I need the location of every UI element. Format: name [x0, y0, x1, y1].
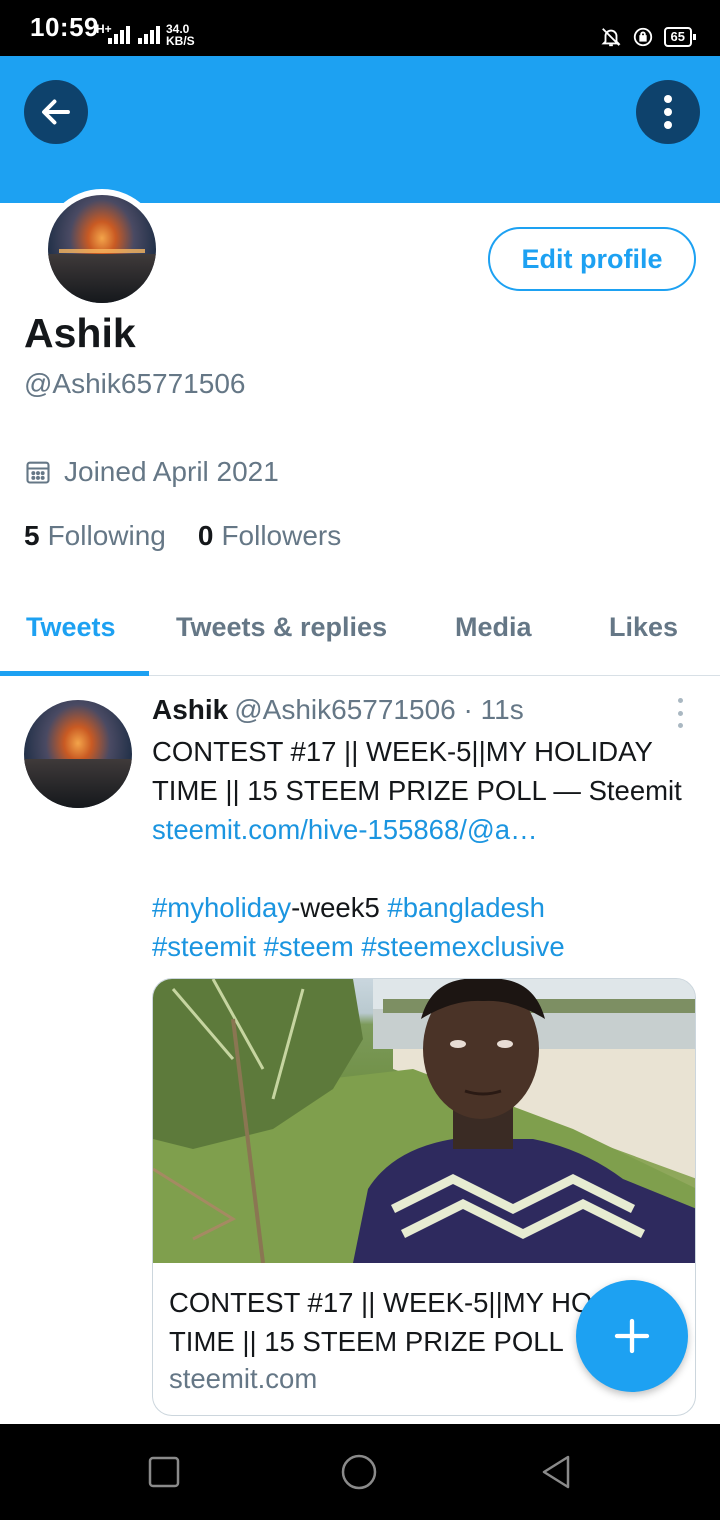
hashtag-suffix: -week5: [291, 892, 380, 923]
battery-indicator: 65: [663, 27, 697, 47]
status-bar: 10:59 H+ 34.0 KB/S 65: [0, 0, 720, 56]
network-speed: 34.0 KB/S: [166, 23, 195, 47]
tweet-separator: ·: [463, 694, 473, 725]
tweet-header: Ashik @Ashik65771506 · 11s: [152, 694, 524, 726]
hashtag-steemit[interactable]: #steemit: [152, 931, 256, 962]
more-options-button[interactable]: [636, 80, 700, 144]
back-button[interactable]: [24, 80, 88, 144]
status-icons: 65: [600, 26, 697, 48]
calendar-icon: [26, 461, 50, 484]
hashtag-myholiday[interactable]: #myholiday: [152, 892, 291, 923]
profile-avatar[interactable]: [42, 189, 162, 309]
bell-off-icon: [600, 28, 621, 47]
recent-apps-icon[interactable]: [146, 1454, 182, 1490]
profile-banner: [0, 56, 720, 203]
hashtag-steemexclusive[interactable]: #steemexclusive: [361, 931, 564, 962]
card-image: [153, 979, 695, 1263]
card-title-line: TIME || 15 STEEM PRIZE POLL: [169, 1326, 564, 1357]
tweet-more-button[interactable]: [672, 698, 688, 728]
speed-unit: KB/S: [166, 34, 195, 48]
profile-handle: @Ashik65771506: [24, 368, 246, 399]
following-label: Following: [47, 520, 166, 551]
signal-icon: [108, 26, 130, 44]
followers-count: 0: [197, 520, 214, 551]
compose-tweet-button[interactable]: [576, 1280, 688, 1392]
tweet-avatar[interactable]: [24, 700, 132, 808]
tweet-time: 11s: [480, 694, 524, 725]
tab-media[interactable]: Media: [455, 612, 532, 643]
card-title: CONTEST #17 || WEEK-5||MY HO TIME || 15 …: [169, 1283, 592, 1361]
followers-link[interactable]: 0 Followers: [198, 520, 341, 552]
signal-icon: [138, 26, 160, 44]
following-link[interactable]: 5 Following: [24, 520, 166, 552]
lock-rotation-icon: [633, 27, 652, 47]
back-nav-icon[interactable]: [538, 1454, 574, 1490]
tweet-text-line: CONTEST #17 || WEEK-5||MY HOLIDAY: [152, 736, 653, 767]
hashtag-steem[interactable]: #steem: [264, 931, 354, 962]
joined-date: Joined April 2021: [24, 456, 279, 488]
tweet-text: CONTEST #17 || WEEK-5||MY HOLIDAY TIME |…: [152, 732, 712, 966]
follow-stats: 5 Following 0 Followers: [24, 520, 341, 552]
tweet-link[interactable]: steemit.com/hive-155868/@a…: [152, 810, 712, 849]
followers-label: Followers: [221, 520, 342, 551]
tweet-handle: @Ashik65771506: [234, 694, 456, 725]
more-vertical-icon: [664, 95, 672, 129]
following-count: 5: [24, 520, 40, 551]
profile-name: Ashik: [24, 310, 136, 356]
system-navigation-bar: [0, 1424, 720, 1520]
tweet-text-line: TIME || 15 STEEM PRIZE POLL — Steemit: [152, 775, 682, 806]
plus-icon: [614, 1318, 650, 1354]
hashtag-bangladesh[interactable]: #bangladesh: [387, 892, 545, 923]
arrow-left-icon: [42, 99, 70, 125]
card-domain: steemit.com: [169, 1363, 318, 1394]
tab-tweets[interactable]: Tweets: [26, 612, 116, 643]
tweet-author[interactable]: Ashik: [152, 694, 228, 725]
tab-likes[interactable]: Likes: [609, 612, 678, 643]
edit-profile-button[interactable]: Edit profile: [488, 227, 696, 291]
status-time: 10:59: [30, 12, 99, 42]
avatar-image: [48, 195, 156, 303]
joined-text: Joined April 2021: [64, 456, 279, 487]
profile-tabs: Tweets Tweets & replies Media Likes: [0, 590, 720, 676]
active-tab-indicator: [0, 671, 149, 676]
home-icon[interactable]: [341, 1454, 377, 1490]
card-title-line: CONTEST #17 || WEEK-5||MY HO: [169, 1287, 593, 1318]
tab-tweets-replies[interactable]: Tweets & replies: [176, 612, 387, 643]
